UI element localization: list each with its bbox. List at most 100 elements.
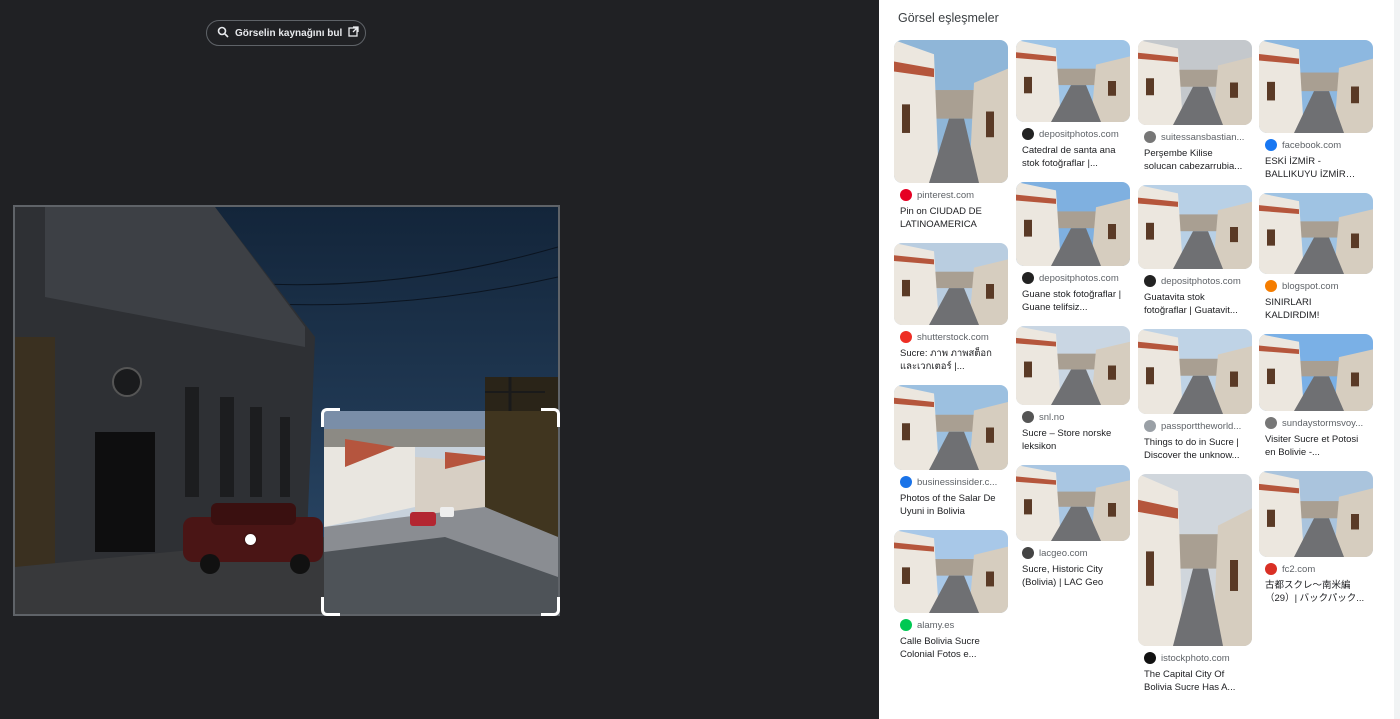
result-source[interactable]: shutterstock.com <box>900 331 1008 343</box>
result-thumbnail[interactable] <box>894 530 1008 613</box>
result-title[interactable]: Guatavita stok fotoğraflar | Guatavit... <box>1144 291 1246 317</box>
result-source[interactable]: suitessansbastian... <box>1144 131 1252 143</box>
result-title[interactable]: Things to do in Sucre | Discover the unk… <box>1144 436 1246 462</box>
result-source[interactable]: lacgeo.com <box>1022 547 1130 559</box>
site-favicon-icon <box>1022 547 1034 559</box>
panel-scrollbar[interactable] <box>1394 0 1400 719</box>
result-title[interactable]: Photos of the Salar De Uyuni in Bolivia <box>900 492 1002 518</box>
result-source[interactable]: depositphotos.com <box>1144 275 1252 287</box>
results-column: pinterest.com Pin on CIUDAD DE LATINOAMER… <box>894 40 1008 673</box>
result-source-domain: sundaystormsvoy... <box>1282 417 1364 429</box>
result-title[interactable]: 古都スクレ〜南米編（29）| バックパック... <box>1265 579 1367 605</box>
result-card[interactable]: suitessansbastian... Perşembe Kilise solu… <box>1138 40 1252 173</box>
result-thumbnail[interactable] <box>1259 471 1373 557</box>
site-favicon-icon <box>900 619 912 631</box>
result-source[interactable]: fc2.com <box>1265 563 1373 575</box>
result-card[interactable]: depositphotos.com Guane stok fotoğraflar … <box>1016 182 1130 314</box>
result-card[interactable]: istockphoto.com The Capital City Of Boliv… <box>1138 474 1252 694</box>
result-card[interactable]: snl.no Sucre – Store norske leksikon <box>1016 326 1130 453</box>
site-favicon-icon <box>1144 420 1156 432</box>
site-favicon-icon <box>900 331 912 343</box>
result-source-domain: depositphotos.com <box>1161 275 1241 287</box>
result-title[interactable]: ESKİ İZMİR - BALLIKUYU İZMİR 196... <box>1265 155 1367 181</box>
result-source[interactable]: businessinsider.c... <box>900 476 1008 488</box>
result-thumbnail[interactable] <box>894 243 1008 325</box>
result-source[interactable]: depositphotos.com <box>1022 272 1130 284</box>
result-title[interactable]: Catedral de santa ana stok fotoğraflar |… <box>1022 144 1124 170</box>
result-card[interactable]: passporttheworld... Things to do in Sucre… <box>1138 329 1252 462</box>
result-source[interactable]: alamy.es <box>900 619 1008 631</box>
result-card[interactable]: pinterest.com Pin on CIUDAD DE LATINOAMER… <box>894 40 1008 231</box>
result-source[interactable]: passporttheworld... <box>1144 420 1252 432</box>
result-source[interactable]: istockphoto.com <box>1144 652 1252 664</box>
result-source[interactable]: depositphotos.com <box>1022 128 1130 140</box>
result-title[interactable]: Visiter Sucre et Potosi en Bolivie -... <box>1265 433 1367 459</box>
result-source[interactable]: blogspot.com <box>1265 280 1373 292</box>
result-card[interactable]: sundaystormsvoy... Visiter Sucre et Potos… <box>1259 334 1373 459</box>
result-title[interactable]: The Capital City Of Bolivia Sucre Has A.… <box>1144 668 1246 694</box>
result-title[interactable]: Pin on CIUDAD DE LATINOAMERICA <box>900 205 1002 231</box>
crop-handle-bottom-left[interactable] <box>321 597 340 616</box>
result-thumbnail[interactable] <box>1016 182 1130 266</box>
result-card[interactable]: blogspot.com SINIRLARI KALDIRDIM! <box>1259 193 1373 322</box>
result-thumbnail[interactable] <box>1259 40 1373 133</box>
result-source[interactable]: pinterest.com <box>900 189 1008 201</box>
result-source-domain: istockphoto.com <box>1161 652 1230 664</box>
result-thumbnail[interactable] <box>1259 193 1373 274</box>
result-card[interactable]: businessinsider.c... Photos of the Salar … <box>894 385 1008 518</box>
result-title[interactable]: SINIRLARI KALDIRDIM! <box>1265 296 1367 322</box>
result-source[interactable]: sundaystormsvoy... <box>1265 417 1373 429</box>
result-thumbnail[interactable] <box>1138 185 1252 269</box>
result-source-domain: pinterest.com <box>917 189 975 201</box>
result-card[interactable]: shutterstock.com Sucre: ภาพ ภาพสต็อก และเ… <box>894 243 1008 373</box>
result-title[interactable]: Sucre, Historic City (Bolivia) | LAC Geo <box>1022 563 1124 589</box>
result-source-domain: blogspot.com <box>1282 280 1339 292</box>
result-card[interactable]: alamy.es Calle Bolivia Sucre Colonial Fot… <box>894 530 1008 661</box>
site-favicon-icon <box>1265 139 1277 151</box>
result-source-domain: depositphotos.com <box>1039 272 1119 284</box>
result-source-domain: facebook.com <box>1282 139 1342 151</box>
result-card[interactable]: depositphotos.com Guatavita stok fotoğraf… <box>1138 185 1252 317</box>
result-source-domain: alamy.es <box>917 619 955 631</box>
find-image-source-label: Görselin kaynağını bul <box>235 27 343 39</box>
result-thumbnail[interactable] <box>1016 326 1130 405</box>
open-external-icon <box>348 26 359 40</box>
crop-selection-box[interactable] <box>321 408 560 616</box>
result-source-domain: suitessansbastian... <box>1161 131 1245 143</box>
result-card[interactable]: depositphotos.com Catedral de santa ana s… <box>1016 40 1130 170</box>
find-image-source-button[interactable]: Görselin kaynağını bul <box>206 20 366 46</box>
result-source-domain: fc2.com <box>1282 563 1316 575</box>
object-select-dot[interactable] <box>245 534 256 545</box>
crop-handle-top-left[interactable] <box>321 408 340 427</box>
result-thumbnail[interactable] <box>1138 40 1252 125</box>
site-favicon-icon <box>1265 417 1277 429</box>
result-card[interactable]: fc2.com 古都スクレ〜南米編（29）| バックパック... <box>1259 471 1373 605</box>
result-thumbnail[interactable] <box>1016 465 1130 541</box>
visual-matches-panel: Görsel eşleşmeler pinterest.com Pin on CI… <box>879 0 1400 719</box>
result-thumbnail[interactable] <box>894 385 1008 470</box>
result-title[interactable]: Guane stok fotoğraflar | Guane telifsiz.… <box>1022 288 1124 314</box>
crop-handle-bottom-right[interactable] <box>541 597 560 616</box>
crop-handle-top-right[interactable] <box>541 408 560 427</box>
result-source[interactable]: facebook.com <box>1265 139 1373 151</box>
result-source-domain: businessinsider.c... <box>917 476 998 488</box>
result-thumbnail[interactable] <box>894 40 1008 183</box>
site-favicon-icon <box>1265 280 1277 292</box>
result-title[interactable]: Sucre: ภาพ ภาพสต็อก และเวกเตอร์ |... <box>900 347 1002 373</box>
panel-title: Görsel eşleşmeler <box>898 11 999 25</box>
result-source-domain: depositphotos.com <box>1039 128 1119 140</box>
site-favicon-icon <box>1144 131 1156 143</box>
result-thumbnail[interactable] <box>1016 40 1130 122</box>
result-thumbnail[interactable] <box>1138 329 1252 414</box>
result-thumbnail[interactable] <box>1138 474 1252 646</box>
result-card[interactable]: lacgeo.com Sucre, Historic City (Bolivia)… <box>1016 465 1130 589</box>
site-favicon-icon <box>1022 128 1034 140</box>
result-card[interactable]: facebook.com ESKİ İZMİR - BALLIKUYU İZMİR… <box>1259 40 1373 181</box>
result-title[interactable]: Sucre – Store norske leksikon <box>1022 427 1124 453</box>
result-source[interactable]: snl.no <box>1022 411 1130 423</box>
site-favicon-icon <box>900 189 912 201</box>
result-thumbnail[interactable] <box>1259 334 1373 411</box>
result-title[interactable]: Calle Bolivia Sucre Colonial Fotos e... <box>900 635 1002 661</box>
site-favicon-icon <box>1144 275 1156 287</box>
result-title[interactable]: Perşembe Kilise solucan cabezarrubia... <box>1144 147 1246 173</box>
